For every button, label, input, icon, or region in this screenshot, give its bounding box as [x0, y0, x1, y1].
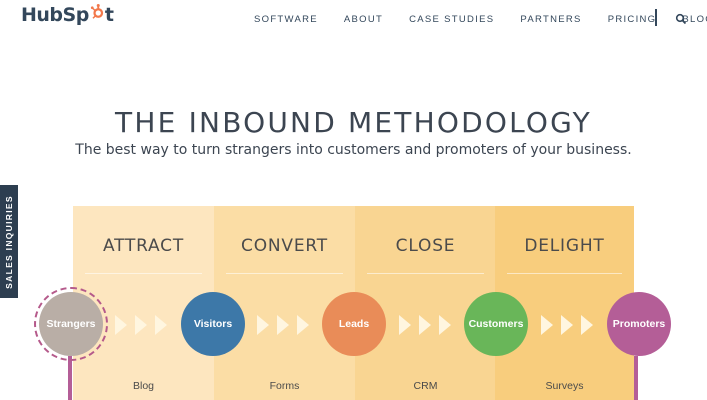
- logo-text: HubSp: [21, 4, 89, 26]
- stage-tool: Forms: [269, 380, 300, 392]
- chevron-right-icon: [581, 315, 593, 335]
- divider: [85, 273, 202, 274]
- main-nav: SOFTWARE ABOUT CASE STUDIES PARTNERS PRI…: [254, 9, 707, 26]
- sales-inquiries-tab[interactable]: SALES INQUIRIES: [0, 185, 18, 298]
- promoters-circle[interactable]: Promoters: [607, 292, 671, 356]
- stage-label: DELIGHT: [524, 236, 605, 256]
- chevron-right-icon: [419, 315, 431, 335]
- chevron-right-icon: [257, 315, 269, 335]
- nav-partners[interactable]: PARTNERS: [520, 14, 581, 25]
- nav-divider: [655, 9, 657, 26]
- page-subtitle: The best way to turn strangers into cust…: [75, 142, 632, 158]
- stage-tool: Surveys: [545, 380, 584, 392]
- sales-inquiries-label: SALES INQUIRIES: [4, 194, 14, 289]
- nav-pricing[interactable]: PRICING: [608, 14, 657, 25]
- nav-about[interactable]: ABOUT: [344, 14, 383, 25]
- chevron-right-icon: [297, 315, 309, 335]
- stage-tool: CRM: [413, 380, 438, 392]
- chevron-right-icon: [277, 315, 289, 335]
- chevron-right-icon: [399, 315, 411, 335]
- logo-text-end: t: [104, 4, 114, 26]
- divider: [507, 273, 622, 274]
- stage-tool: Blog: [132, 380, 154, 392]
- chevron-right-icon: [115, 315, 127, 335]
- chevron-right-icon: [541, 315, 553, 335]
- stage-label: CONVERT: [241, 236, 328, 256]
- strangers-circle[interactable]: Strangers: [39, 292, 103, 356]
- chevron-right-icon: [439, 315, 451, 335]
- customers-circle[interactable]: Customers: [464, 292, 528, 356]
- chevron-right-icon: [155, 315, 167, 335]
- nav-case-studies[interactable]: CASE STUDIES: [409, 14, 494, 25]
- strangers-stem: [68, 356, 72, 400]
- promoters-stem: [634, 356, 638, 400]
- visitors-circle[interactable]: Visitors: [181, 292, 245, 356]
- leads-circle[interactable]: Leads: [322, 292, 386, 356]
- search-icon[interactable]: [675, 13, 687, 25]
- chevron-right-icon: [561, 315, 573, 335]
- hubspot-logo[interactable]: HubSp t: [21, 3, 114, 26]
- chevron-right-icon: [135, 315, 147, 335]
- sprocket-icon: [90, 3, 103, 19]
- divider: [367, 273, 484, 274]
- stage-label: CLOSE: [395, 236, 456, 256]
- nav-software[interactable]: SOFTWARE: [254, 14, 318, 25]
- page-title: THE INBOUND METHODOLOGY: [115, 106, 592, 139]
- stage-label: ATTRACT: [102, 236, 185, 256]
- divider: [226, 273, 343, 274]
